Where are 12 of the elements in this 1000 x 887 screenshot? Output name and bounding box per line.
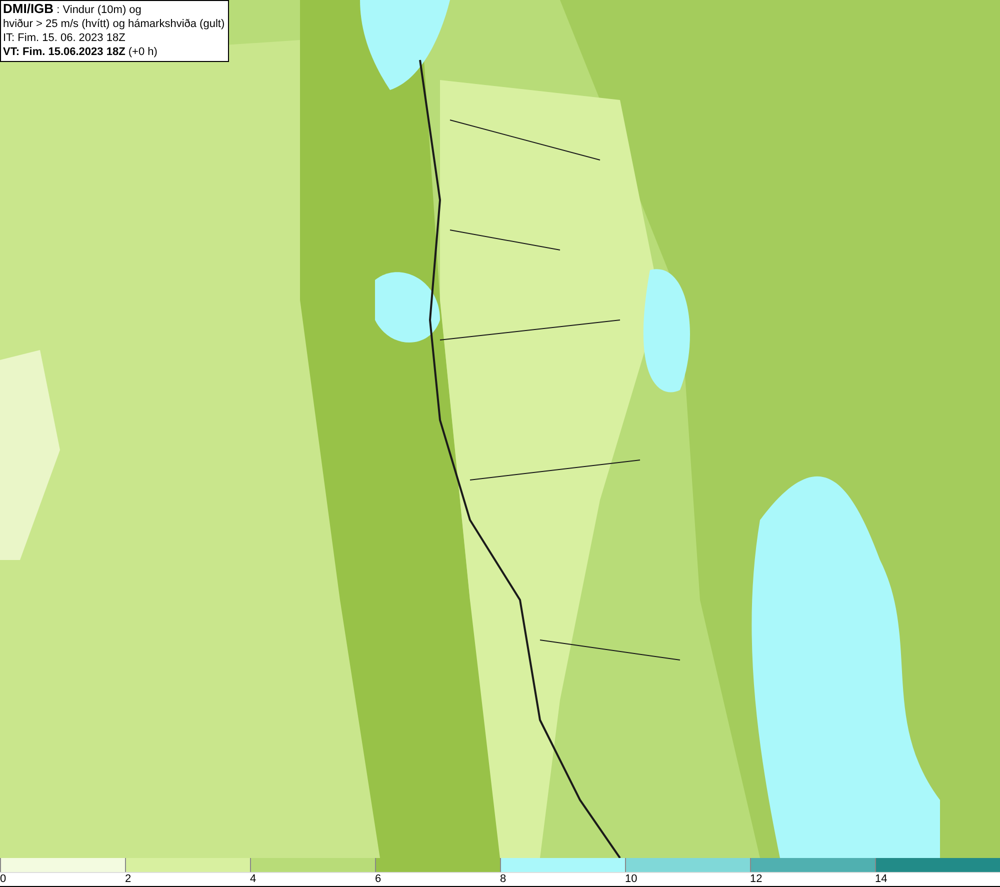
title-line: DMI/IGB : Vindur (10m) og bbox=[3, 2, 142, 17]
legend-label: 0 bbox=[0, 873, 6, 885]
title-line: VT: Fim. 15.06.2023 18Z (+0 h) bbox=[3, 45, 158, 59]
title-line: hviður > 25 m/s (hvítt) og hámarkshviða (gult) bbox=[3, 17, 225, 31]
legend-label: 14 bbox=[875, 873, 888, 885]
legend-label: 10 bbox=[625, 873, 638, 885]
legend-label: 4 bbox=[250, 873, 256, 885]
title-line: IT: Fim. 15. 06. 2023 18Z bbox=[3, 31, 126, 45]
legend-label: 8 bbox=[500, 873, 506, 885]
legend-label: 12 bbox=[750, 873, 762, 885]
legend-label: 6 bbox=[375, 873, 382, 885]
legend-label: 2 bbox=[125, 873, 132, 885]
